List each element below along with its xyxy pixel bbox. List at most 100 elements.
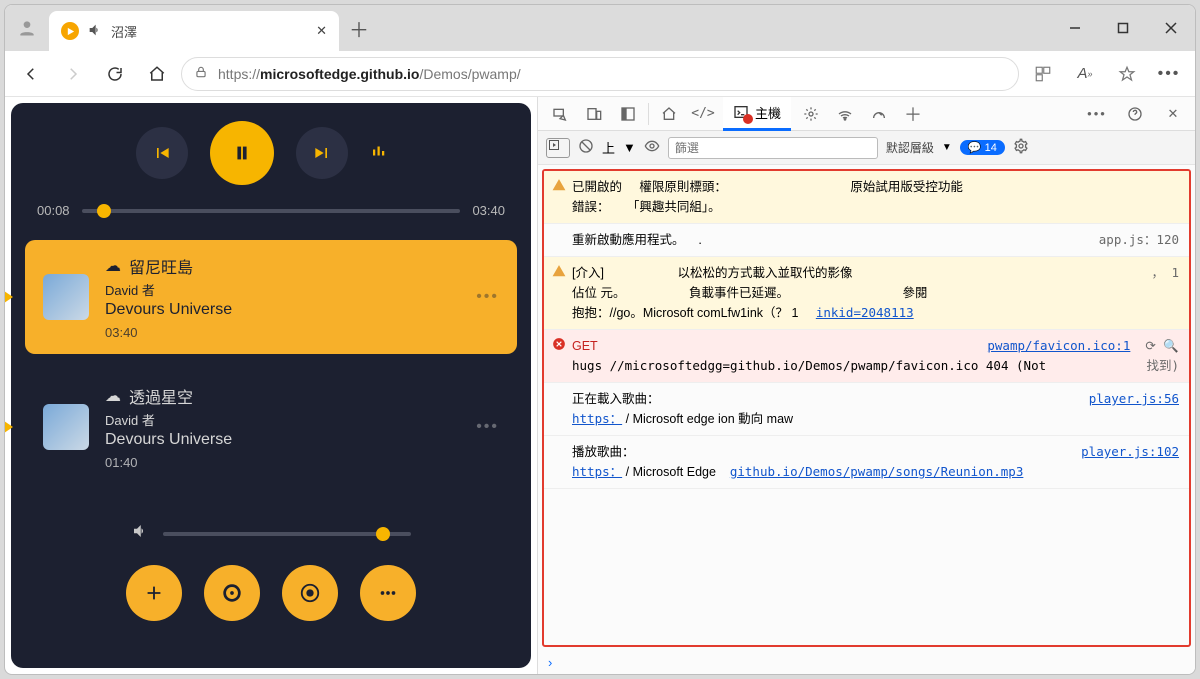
add-panel-icon[interactable]: ＋ bbox=[899, 100, 927, 128]
help-icon[interactable] bbox=[1121, 100, 1149, 128]
sources-icon[interactable] bbox=[797, 100, 825, 128]
text: / Microsoft edge ion 動向 maw bbox=[626, 412, 793, 426]
read-aloud-icon[interactable]: A» bbox=[1067, 56, 1103, 92]
console-tab[interactable]: 主機 bbox=[723, 97, 791, 131]
song-item-2[interactable]: ☁透過星空 David 者 Devours Universe 01:40 ••• bbox=[25, 370, 517, 484]
refresh-button[interactable] bbox=[97, 56, 133, 92]
forward-button[interactable] bbox=[55, 56, 91, 92]
console-prompt[interactable]: › bbox=[538, 651, 1195, 674]
dropdown-icon[interactable]: ▼ bbox=[623, 140, 636, 155]
text: GET bbox=[572, 339, 598, 353]
tab-title: 沼澤 bbox=[111, 22, 137, 41]
minimize-button[interactable] bbox=[1051, 5, 1099, 51]
text: 負載事件已延遲。 bbox=[689, 286, 789, 300]
text: / Microsoft Edge bbox=[626, 465, 716, 479]
inspect-icon[interactable] bbox=[546, 100, 574, 128]
more-devtools-icon[interactable]: ••• bbox=[1083, 100, 1111, 128]
source-link[interactable]: app.js：120 bbox=[1099, 230, 1179, 250]
titlebar: 沼澤 ✕ ＋ bbox=[5, 5, 1195, 51]
profile-avatar[interactable] bbox=[5, 5, 49, 51]
album-art bbox=[43, 274, 89, 320]
source-link[interactable]: pwamp/favicon.ico:1 bbox=[987, 338, 1130, 353]
now-playing-icon bbox=[4, 289, 13, 305]
clear-console-icon[interactable] bbox=[578, 138, 594, 157]
browser-tab[interactable]: 沼澤 ✕ bbox=[49, 11, 339, 51]
seek-slider[interactable] bbox=[82, 209, 461, 213]
text: hugs //microsoftedgg=github.io/Demos/pwa… bbox=[572, 358, 1046, 373]
time-total: 03:40 bbox=[472, 203, 505, 218]
equalizer-icon[interactable] bbox=[370, 142, 406, 165]
song-duration: 01:40 bbox=[105, 455, 232, 470]
browser-window: 沼澤 ✕ ＋ https://microsoftedge.github.io/D… bbox=[4, 4, 1196, 675]
performance-icon[interactable] bbox=[865, 100, 893, 128]
live-expression-icon[interactable] bbox=[644, 138, 660, 157]
message-count-badge[interactable]: 💬 14 bbox=[960, 140, 1005, 155]
log-level-selector[interactable]: 默認層級 bbox=[886, 139, 934, 156]
play-indicator-icon bbox=[4, 419, 13, 435]
add-button[interactable] bbox=[126, 565, 182, 621]
console-settings-icon[interactable] bbox=[1013, 138, 1029, 157]
dock-icon[interactable] bbox=[614, 100, 642, 128]
disc-button[interactable] bbox=[204, 565, 260, 621]
record-button[interactable] bbox=[282, 565, 338, 621]
link[interactable]: inkid=2048113 bbox=[816, 305, 914, 320]
song-duration: 03:40 bbox=[105, 325, 232, 340]
dropdown-icon[interactable]: ▼ bbox=[942, 142, 952, 153]
volume-bar bbox=[131, 522, 411, 545]
back-button[interactable] bbox=[13, 56, 49, 92]
sidebar-toggle-icon[interactable] bbox=[546, 138, 570, 158]
volume-slider[interactable] bbox=[163, 532, 411, 536]
more-icon[interactable]: ••• bbox=[1151, 56, 1187, 92]
song-menu-icon[interactable]: ••• bbox=[476, 288, 499, 306]
source-link[interactable]: player.js:56 bbox=[1089, 391, 1179, 406]
player-controls bbox=[21, 121, 521, 185]
console-output: 已開啟的 權限原則標頭： 原始試用版受控功能 錯誤： 「興趣共同組」。 app.… bbox=[542, 169, 1191, 647]
time-bar: 00:08 03:40 bbox=[37, 203, 505, 218]
maximize-button[interactable] bbox=[1099, 5, 1147, 51]
lock-icon bbox=[194, 65, 208, 82]
console-row[interactable]: player.js:56 正在載入歌曲： https： / Microsoft … bbox=[544, 383, 1189, 436]
console-row-warning[interactable]: ， 1 [介入] 以松松的方式載入並取代的影像 佔位 元。 負載事件已延遲。 參… bbox=[544, 257, 1189, 330]
device-icon[interactable] bbox=[580, 100, 608, 128]
link[interactable]: https： bbox=[572, 411, 622, 426]
elements-icon[interactable]: </> bbox=[689, 100, 717, 128]
console-row-warning[interactable]: 已開啟的 權限原則標頭： 原始試用版受控功能 錯誤： 「興趣共同組」。 bbox=[544, 171, 1189, 224]
url-text: https://microsoftedge.github.io/Demos/pw… bbox=[218, 66, 521, 82]
prev-track-button[interactable] bbox=[136, 127, 188, 179]
context-label[interactable]: 上 bbox=[602, 138, 615, 157]
link[interactable]: github.io/Demos/pwamp/songs/Reunion.mp3 bbox=[730, 464, 1024, 479]
speaker-icon bbox=[87, 22, 103, 41]
close-window-button[interactable] bbox=[1147, 5, 1195, 51]
address-bar: https://microsoftedge.github.io/Demos/pw… bbox=[5, 51, 1195, 97]
volume-icon[interactable] bbox=[131, 522, 149, 545]
next-track-button[interactable] bbox=[296, 127, 348, 179]
favorite-icon[interactable] bbox=[1109, 56, 1145, 92]
player-bottom-buttons bbox=[21, 565, 521, 621]
song-item-1[interactable]: ☁留尼旺島 David 者 Devours Universe 03:40 ••• bbox=[25, 240, 517, 354]
error-dot-icon bbox=[743, 114, 753, 124]
pwamp-player: 00:08 03:40 ☁留尼旺島 David 者 Devours Univer… bbox=[11, 103, 531, 668]
home-button[interactable] bbox=[139, 56, 175, 92]
filter-input[interactable] bbox=[668, 137, 878, 159]
source-link[interactable]: player.js:102 bbox=[1081, 444, 1179, 459]
warning-icon bbox=[552, 264, 566, 278]
devtools-panel: </> 主機 ＋ ••• ✕ 上 bbox=[537, 97, 1195, 674]
console-row-error[interactable]: pwamp/favicon.ico:1 ⟳ 🔍 GET 找到) hugs //m… bbox=[544, 330, 1189, 383]
console-row[interactable]: app.js：120 重新啟動應用程式。 . bbox=[544, 224, 1189, 257]
song-menu-icon[interactable]: ••• bbox=[476, 418, 499, 436]
extensions-icon[interactable] bbox=[1025, 56, 1061, 92]
text: 原始試用版受控功能 bbox=[850, 180, 963, 194]
pause-button[interactable] bbox=[210, 121, 274, 185]
home-devtool-icon[interactable] bbox=[655, 100, 683, 128]
new-tab-button[interactable]: ＋ bbox=[339, 5, 379, 51]
time-current: 00:08 bbox=[37, 203, 70, 218]
more-button[interactable] bbox=[360, 565, 416, 621]
network-icon[interactable] bbox=[831, 100, 859, 128]
url-field[interactable]: https://microsoftedge.github.io/Demos/pw… bbox=[181, 57, 1019, 91]
console-row[interactable]: player.js:102 播放歌曲： https： / Microsoft E… bbox=[544, 436, 1189, 489]
link[interactable]: https： bbox=[572, 464, 622, 479]
close-devtools-icon[interactable]: ✕ bbox=[1159, 100, 1187, 128]
close-tab-icon[interactable]: ✕ bbox=[316, 23, 327, 39]
console-tab-label: 主機 bbox=[755, 103, 781, 122]
warning-icon bbox=[552, 178, 566, 192]
